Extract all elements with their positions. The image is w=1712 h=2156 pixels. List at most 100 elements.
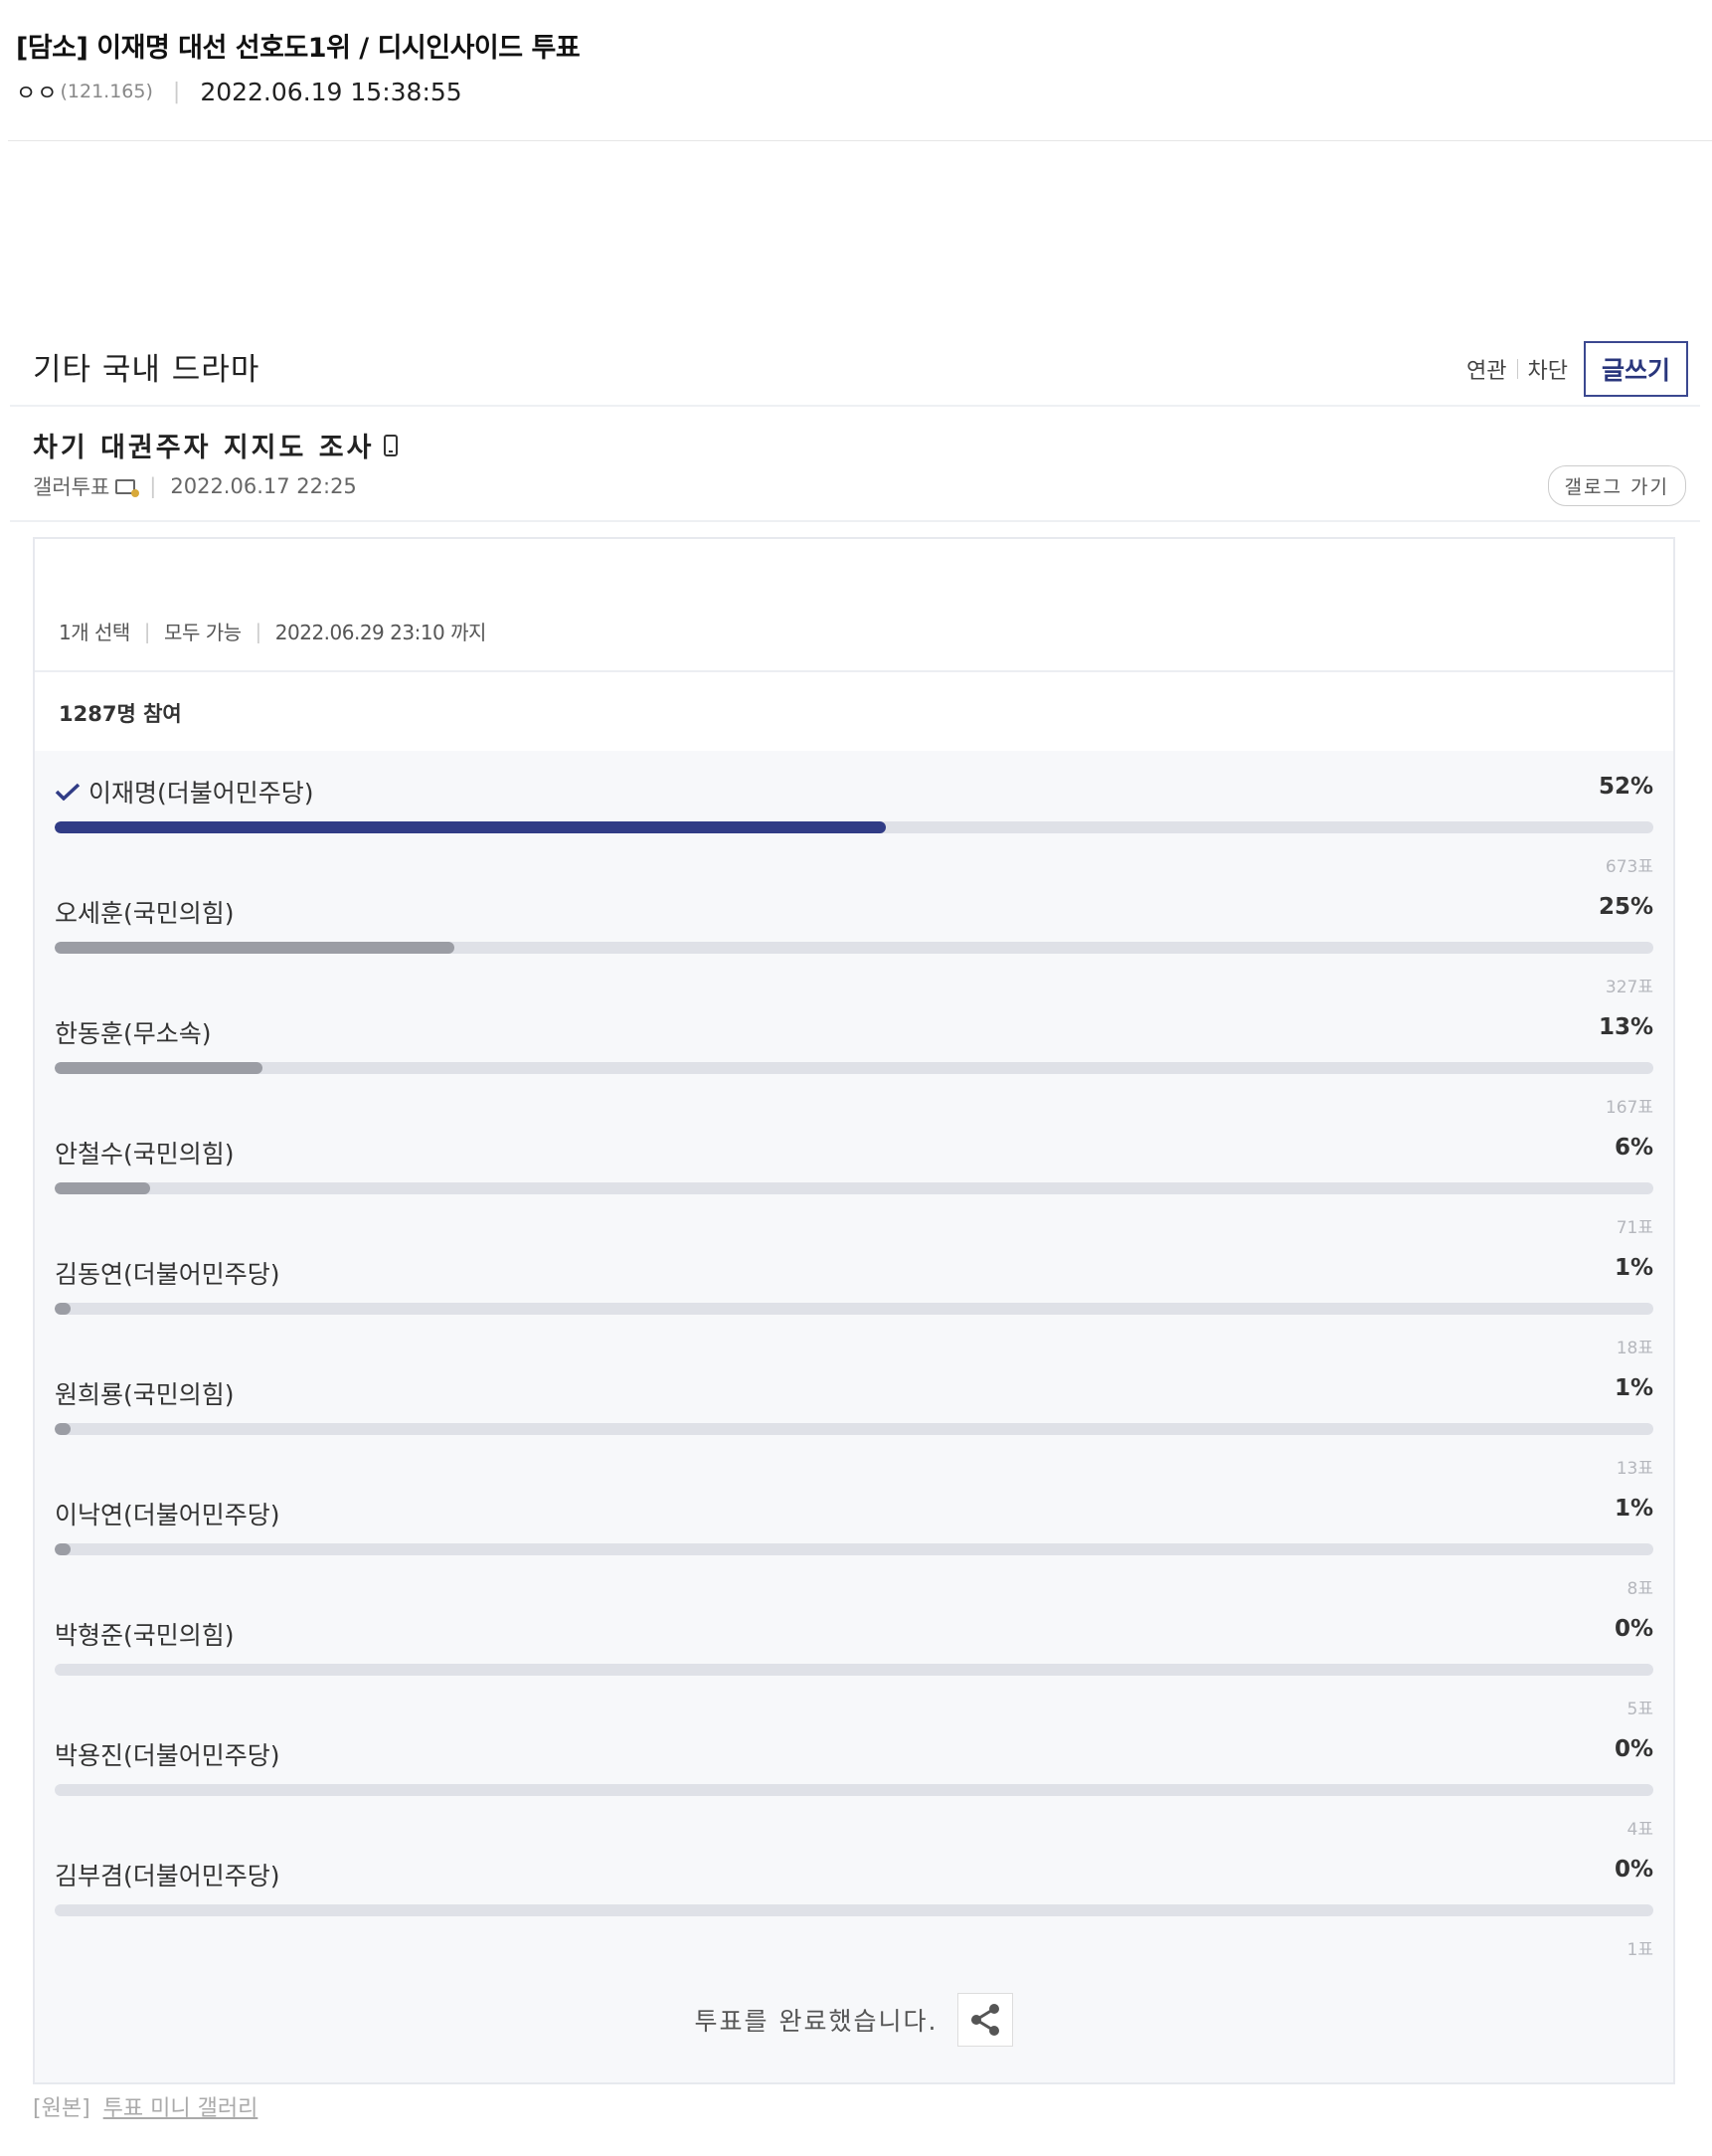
poll-option-bar-fill bbox=[55, 1062, 263, 1074]
vote-category[interactable]: 갤러투표 bbox=[33, 471, 109, 501]
poll-option-bar-fill bbox=[55, 821, 887, 833]
check-icon bbox=[55, 783, 81, 801]
source-prefix: [원본] bbox=[33, 2096, 90, 2121]
poll-participants: 1287명 참여 bbox=[59, 702, 182, 726]
poll-option-bar-fill bbox=[55, 1182, 151, 1194]
poll-option-bar-track bbox=[55, 1543, 1653, 1555]
poll-option[interactable]: 김부겸(더불어민주당) 0% 1표 bbox=[55, 1849, 1653, 1969]
poll-option-bar-fill bbox=[55, 1423, 72, 1435]
poll-option-votes: 1표 bbox=[1626, 1940, 1653, 1960]
poll-option-label: 박형준(국민의힘) bbox=[55, 1616, 235, 1652]
poll-option-bar-track bbox=[55, 942, 1653, 954]
poll-info: 1개 선택 | 모두 가능 | 2022.06.29 23:10 까지 bbox=[59, 617, 486, 645]
poll-option-percent: 13% bbox=[1598, 1014, 1653, 1040]
poll-option-text: 김부겸(더불어민주당) bbox=[55, 1862, 280, 1890]
poll-option-bar-fill bbox=[55, 1303, 72, 1315]
poll-select-rule: 1개 선택 bbox=[59, 621, 130, 644]
poll-option-votes: 167표 bbox=[1605, 1098, 1653, 1118]
poll-option[interactable]: 박용진(더불어민주당) 0% 4표 bbox=[55, 1728, 1653, 1849]
gallog-button[interactable]: 갤로그 가기 bbox=[1547, 465, 1686, 506]
gallery-divider bbox=[10, 405, 1700, 407]
write-button[interactable]: 글쓰기 bbox=[1583, 341, 1688, 397]
poll-option-bar-track bbox=[55, 1182, 1653, 1194]
info-separator: | bbox=[255, 619, 262, 643]
poll-option[interactable]: 오세훈(국민의힘) 25% 327표 bbox=[55, 886, 1653, 1006]
vote-post-date: 2022.06.17 22:25 bbox=[170, 474, 357, 498]
poll-option-percent: 6% bbox=[1614, 1135, 1653, 1161]
poll-option-percent: 1% bbox=[1614, 1255, 1653, 1281]
author-name[interactable]: ㅇㅇ bbox=[16, 76, 58, 107]
poll-option[interactable]: 박형준(국민의힘) 0% 5표 bbox=[55, 1608, 1653, 1728]
poll-option-bar-fill bbox=[55, 1543, 72, 1555]
share-button[interactable] bbox=[957, 1993, 1014, 2047]
poll-done: 투표를 완료했습니다. bbox=[35, 1993, 1673, 2047]
poll-option-label: 오세훈(국민의힘) bbox=[55, 894, 235, 930]
poll-option[interactable]: 김동연(더불어민주당) 1% 18표 bbox=[55, 1247, 1653, 1367]
vote-post-title-text: 차기 대권주자 지지도 조사 bbox=[33, 433, 375, 463]
poll-option[interactable]: 이재명(더불어민주당) 52% 673표 bbox=[55, 766, 1653, 886]
poll-option[interactable]: 원희룡(국민의힘) 1% 13표 bbox=[55, 1367, 1653, 1488]
poll-option-votes: 13표 bbox=[1616, 1459, 1653, 1479]
poll-option-percent: 25% bbox=[1598, 894, 1653, 920]
poll-option-text: 김동연(더불어민주당) bbox=[55, 1260, 280, 1289]
meta-separator: | bbox=[149, 474, 157, 498]
poll-option-votes: 5표 bbox=[1626, 1700, 1653, 1719]
post-title: [담소] 이재명 대선 선호도1위 / 디시인사이드 투표 bbox=[16, 33, 581, 64]
block-link[interactable]: 차단 bbox=[1518, 353, 1578, 385]
gallery-links: 연관 차단 글쓰기 bbox=[1456, 341, 1688, 397]
poll-option-label: 원희룡(국민의힘) bbox=[55, 1375, 235, 1411]
poll-option-votes: 71표 bbox=[1616, 1218, 1653, 1238]
poll-option-text: 이낙연(더불어민주당) bbox=[55, 1501, 280, 1529]
poll-option[interactable]: 한동훈(무소속) 13% 167표 bbox=[55, 1006, 1653, 1127]
poll-option-label: 이재명(더불어민주당) bbox=[55, 774, 314, 809]
poll-option-bar-track bbox=[55, 821, 1653, 833]
poll-box: 1개 선택 | 모두 가능 | 2022.06.29 23:10 까지 1287… bbox=[33, 537, 1675, 2084]
poll-option-percent: 0% bbox=[1614, 1616, 1653, 1642]
poll-option[interactable]: 이낙연(더불어민주당) 1% 8표 bbox=[55, 1488, 1653, 1608]
source-link[interactable]: 투표 미니 갤러리 bbox=[103, 2096, 258, 2121]
vote-divider bbox=[10, 520, 1700, 522]
poll-option-votes: 18표 bbox=[1616, 1339, 1653, 1358]
poll-option-label: 이낙연(더불어민주당) bbox=[55, 1496, 280, 1531]
poll-option-text: 박용진(더불어민주당) bbox=[55, 1741, 280, 1770]
info-separator: | bbox=[143, 619, 151, 643]
vote-post-title: 차기 대권주자 지지도 조사 bbox=[33, 426, 399, 464]
vote-post-meta: 갤러투표 | 2022.06.17 22:25 bbox=[33, 471, 357, 501]
poll-option-bar-track bbox=[55, 1664, 1653, 1676]
phone-icon bbox=[384, 434, 399, 456]
poll-option-text: 박형준(국민의힘) bbox=[55, 1621, 235, 1650]
poll-results: 투표를 완료했습니다. 이재명(더불어민주당) 52% 673표오세훈(국민의힘) 2… bbox=[35, 751, 1673, 2082]
poll-option-text: 오세훈(국민의힘) bbox=[55, 899, 235, 928]
poll-option-text: 한동훈(무소속) bbox=[55, 1019, 212, 1048]
poll-option-text: 이재명(더불어민주당) bbox=[88, 779, 314, 808]
poll-option[interactable]: 안철수(국민의힘) 6% 71표 bbox=[55, 1127, 1653, 1247]
poll-option-percent: 1% bbox=[1614, 1496, 1653, 1522]
poll-deadline: 2022.06.29 23:10 까지 bbox=[274, 621, 487, 644]
poll-option-bar-track bbox=[55, 1062, 1653, 1074]
related-link[interactable]: 연관 bbox=[1456, 353, 1516, 385]
post-date: 2022.06.19 15:38:55 bbox=[200, 77, 462, 106]
poll-option-label: 박용진(더불어민주당) bbox=[55, 1736, 280, 1772]
poll-option-bar-track bbox=[55, 1423, 1653, 1435]
poll-option-label: 안철수(국민의힘) bbox=[55, 1135, 235, 1170]
share-icon bbox=[971, 2004, 1000, 2036]
poll-option-label: 김동연(더불어민주당) bbox=[55, 1255, 280, 1291]
poll-option-label: 김부겸(더불어민주당) bbox=[55, 1857, 280, 1892]
poll-option-bar-track bbox=[55, 1904, 1653, 1916]
poll-option-votes: 327표 bbox=[1605, 978, 1653, 997]
post-meta: ㅇㅇ (121.165) | 2022.06.19 15:38:55 bbox=[16, 76, 462, 107]
poll-option-percent: 0% bbox=[1614, 1736, 1653, 1762]
poll-option-percent: 1% bbox=[1614, 1375, 1653, 1401]
poll-option-text: 원희룡(국민의힘) bbox=[55, 1380, 235, 1409]
gallery-name[interactable]: 기타 국내 드라마 bbox=[33, 344, 259, 389]
poll-option-percent: 52% bbox=[1598, 774, 1653, 800]
poll-option-votes: 4표 bbox=[1626, 1820, 1653, 1840]
poll-info-divider bbox=[35, 670, 1673, 672]
poll-option-bar-track bbox=[55, 1303, 1653, 1315]
post-divider bbox=[8, 140, 1712, 141]
poll-option-label: 한동훈(무소속) bbox=[55, 1014, 212, 1050]
source-line: [원본] 투표 미니 갤러리 bbox=[33, 2090, 257, 2122]
poll-option-text: 안철수(국민의힘) bbox=[55, 1140, 235, 1168]
poll-option-percent: 0% bbox=[1614, 1857, 1653, 1883]
poll-option-votes: 673표 bbox=[1605, 857, 1653, 877]
